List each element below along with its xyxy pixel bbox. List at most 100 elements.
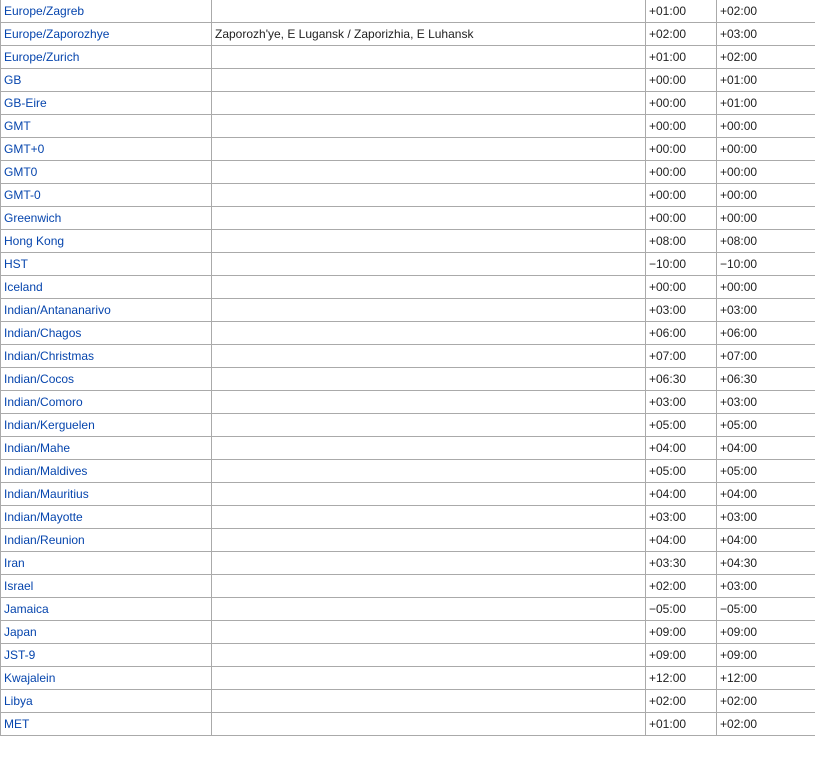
tz-name-cell: GMT-0 <box>0 183 212 207</box>
comment-cell <box>211 712 646 736</box>
tz-name-link[interactable]: GMT <box>4 119 31 133</box>
table-row: Indian/Mauritius +04:00 +04:00 <box>0 482 815 506</box>
utc-offset-cell: +00:00 <box>645 206 717 230</box>
tz-name-link[interactable]: Europe/Zagreb <box>4 4 84 18</box>
tz-name-cell: Europe/Zagreb <box>0 0 212 23</box>
tz-name-link[interactable]: Japan <box>4 625 37 639</box>
tz-name-link[interactable]: Indian/Antananarivo <box>4 303 111 317</box>
tz-name-link[interactable]: Jamaica <box>4 602 49 616</box>
tz-name-cell: Jamaica <box>0 597 212 621</box>
utc-dst-offset-cell: +03:00 <box>716 22 815 46</box>
utc-dst-offset-cell: +04:00 <box>716 482 815 506</box>
utc-offset-cell: +05:00 <box>645 459 717 483</box>
tz-name-link[interactable]: GB <box>4 73 21 87</box>
utc-dst-offset-cell: +02:00 <box>716 0 815 23</box>
table-row: Indian/Cocos +06:30 +06:30 <box>0 367 815 391</box>
tz-name-link[interactable]: Indian/Comoro <box>4 395 83 409</box>
tz-name-link[interactable]: Kwajalein <box>4 671 55 685</box>
table-row: Indian/Chagos +06:00 +06:00 <box>0 321 815 345</box>
comment-cell <box>211 574 646 598</box>
utc-dst-offset-cell: +00:00 <box>716 206 815 230</box>
table-row: Japan +09:00 +09:00 <box>0 620 815 644</box>
table-row: Indian/Kerguelen +05:00 +05:00 <box>0 413 815 437</box>
tz-name-link[interactable]: Iran <box>4 556 25 570</box>
tz-name-cell: GMT0 <box>0 160 212 184</box>
comment-cell <box>211 551 646 575</box>
utc-dst-offset-cell: +02:00 <box>716 712 815 736</box>
tz-name-link[interactable]: GMT-0 <box>4 188 41 202</box>
utc-offset-cell: +03:00 <box>645 505 717 529</box>
tz-name-link[interactable]: Indian/Chagos <box>4 326 81 340</box>
comment-cell <box>211 528 646 552</box>
comment-cell: Zaporozh'ye, E Lugansk / Zaporizhia, E L… <box>211 22 646 46</box>
utc-offset-cell: +03:00 <box>645 390 717 414</box>
tz-name-cell: Europe/Zurich <box>0 45 212 69</box>
comment-cell <box>211 436 646 460</box>
tz-name-link[interactable]: GB-Eire <box>4 96 47 110</box>
tz-name-link[interactable]: Iceland <box>4 280 43 294</box>
utc-dst-offset-cell: +00:00 <box>716 114 815 138</box>
comment-cell <box>211 620 646 644</box>
comment-cell <box>211 505 646 529</box>
comment-cell <box>211 413 646 437</box>
table-row: Europe/Zagreb +01:00 +02:00 <box>0 0 815 23</box>
comment-cell <box>211 91 646 115</box>
tz-name-cell: Indian/Kerguelen <box>0 413 212 437</box>
table-row: Jamaica −05:00 −05:00 <box>0 597 815 621</box>
tz-name-link[interactable]: Indian/Kerguelen <box>4 418 95 432</box>
table-row: Iran +03:30 +04:30 <box>0 551 815 575</box>
table-row: Israel +02:00 +03:00 <box>0 574 815 598</box>
tz-name-cell: HST <box>0 252 212 276</box>
tz-name-link[interactable]: Indian/Mayotte <box>4 510 83 524</box>
utc-dst-offset-cell: +01:00 <box>716 91 815 115</box>
tz-name-link[interactable]: Indian/Mahe <box>4 441 70 455</box>
tz-name-link[interactable]: GMT+0 <box>4 142 44 156</box>
utc-offset-cell: +04:00 <box>645 528 717 552</box>
utc-dst-offset-cell: +01:00 <box>716 68 815 92</box>
utc-dst-offset-cell: +06:00 <box>716 321 815 345</box>
timezone-table-body: Europe/Zagreb +01:00 +02:00 Europe/Zaporozh… <box>0 0 815 736</box>
tz-name-cell: Indian/Comoro <box>0 390 212 414</box>
comment-cell <box>211 643 646 667</box>
tz-name-cell: Indian/Mayotte <box>0 505 212 529</box>
tz-name-link[interactable]: Europe/Zurich <box>4 50 79 64</box>
utc-offset-cell: +00:00 <box>645 160 717 184</box>
tz-name-cell: Indian/Antananarivo <box>0 298 212 322</box>
utc-dst-offset-cell: +02:00 <box>716 45 815 69</box>
tz-name-link[interactable]: Europe/Zaporozhye <box>4 27 109 41</box>
tz-name-cell: Libya <box>0 689 212 713</box>
tz-name-cell: Iceland <box>0 275 212 299</box>
utc-dst-offset-cell: +07:00 <box>716 344 815 368</box>
utc-offset-cell: +09:00 <box>645 620 717 644</box>
tz-name-link[interactable]: Indian/Christmas <box>4 349 94 363</box>
tz-name-cell: Hong Kong <box>0 229 212 253</box>
utc-dst-offset-cell: +02:00 <box>716 689 815 713</box>
tz-name-link[interactable]: GMT0 <box>4 165 37 179</box>
tz-name-link[interactable]: JST-9 <box>4 648 35 662</box>
utc-dst-offset-cell: +04:30 <box>716 551 815 575</box>
comment-cell <box>211 367 646 391</box>
tz-name-link[interactable]: HST <box>4 257 28 271</box>
comment-cell <box>211 114 646 138</box>
comment-cell <box>211 275 646 299</box>
comment-cell <box>211 160 646 184</box>
tz-name-link[interactable]: MET <box>4 717 29 731</box>
tz-name-link[interactable]: Indian/Mauritius <box>4 487 89 501</box>
tz-name-link[interactable]: Greenwich <box>4 211 61 225</box>
tz-name-link[interactable]: Indian/Maldives <box>4 464 87 478</box>
table-row: Libya +02:00 +02:00 <box>0 689 815 713</box>
comment-cell <box>211 597 646 621</box>
utc-dst-offset-cell: +03:00 <box>716 298 815 322</box>
comment-cell <box>211 252 646 276</box>
utc-offset-cell: +05:00 <box>645 413 717 437</box>
tz-name-link[interactable]: Indian/Cocos <box>4 372 74 386</box>
table-row: GMT0 +00:00 +00:00 <box>0 160 815 184</box>
timezone-table: Europe/Zagreb +01:00 +02:00 Europe/Zaporozh… <box>0 0 815 736</box>
tz-name-link[interactable]: Libya <box>4 694 33 708</box>
utc-offset-cell: +02:00 <box>645 689 717 713</box>
tz-name-link[interactable]: Hong Kong <box>4 234 64 248</box>
utc-dst-offset-cell: −05:00 <box>716 597 815 621</box>
tz-name-link[interactable]: Israel <box>4 579 33 593</box>
utc-dst-offset-cell: +03:00 <box>716 505 815 529</box>
tz-name-link[interactable]: Indian/Reunion <box>4 533 85 547</box>
